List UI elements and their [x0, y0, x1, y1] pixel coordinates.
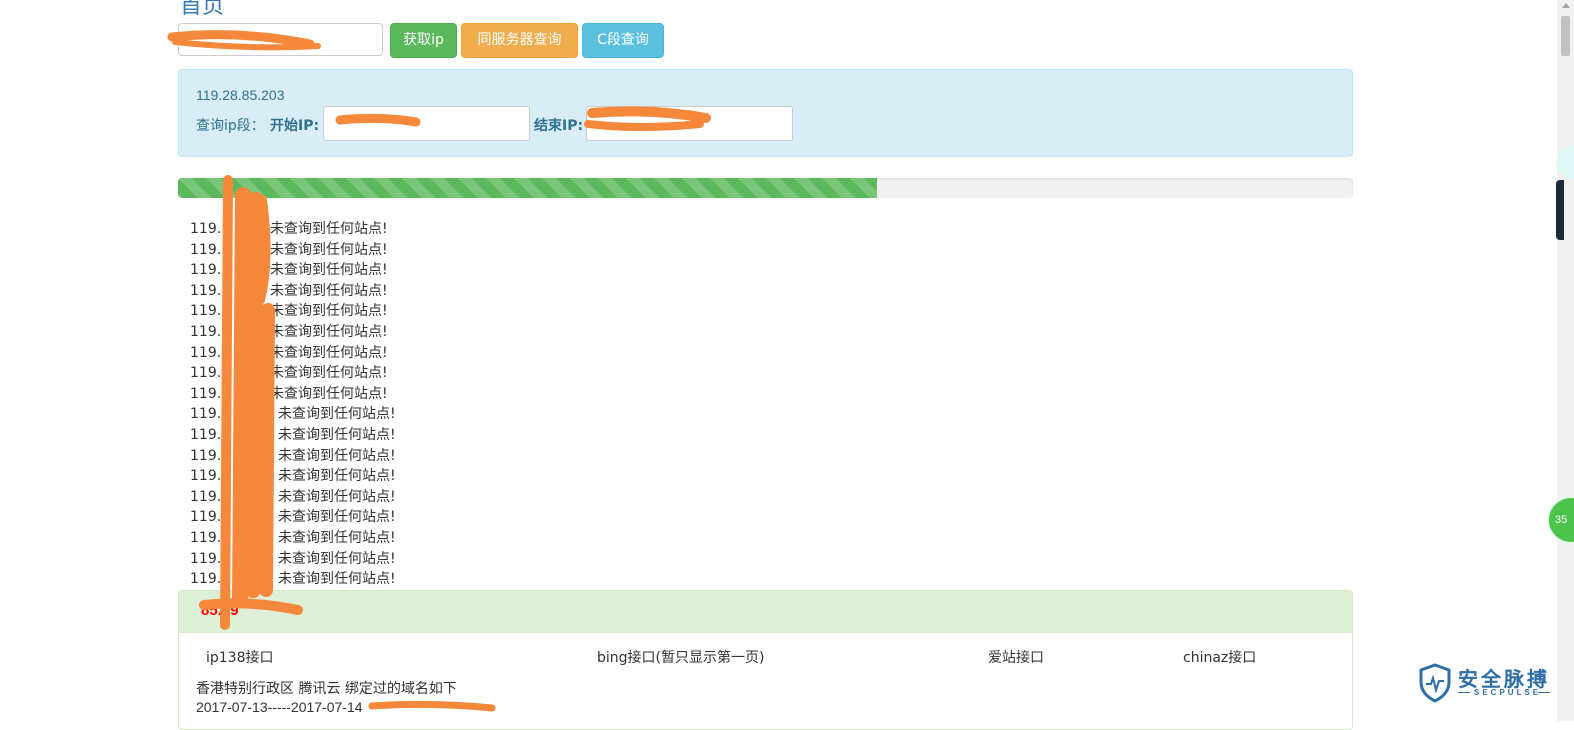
chinaz-interface-tab[interactable]: chinaz接口	[1183, 647, 1256, 667]
result-message: 未查询到任何站点!	[270, 262, 388, 279]
speed-badge[interactable]: 35	[1547, 496, 1574, 544]
result-message: 未查询到任何站点!	[278, 550, 396, 567]
result-ip: 119.	[190, 221, 222, 237]
result-line: 119. 未查询到任何站点!	[190, 301, 396, 322]
result-line: 119. 未查询到任何站点!	[190, 487, 396, 508]
result-ip: 119.	[190, 262, 222, 279]
page-title: 首页	[180, 0, 225, 18]
result-message: 未查询到任何站点!	[278, 426, 396, 443]
result-message: 未查询到任何站点!	[270, 221, 388, 237]
result-message: 未查询到任何站点!	[278, 529, 396, 546]
result-ip: 119.	[190, 447, 222, 464]
result-message: 未查询到任何站点!	[270, 282, 388, 299]
scan-progress-bar	[178, 178, 1353, 198]
result-line: 119. 未查询到任何站点!	[190, 466, 396, 487]
result-line: 119. 未查询到任何站点!	[190, 281, 396, 302]
watermark-rule-right	[1538, 692, 1550, 693]
region-info-text: 香港特别行政区 腾讯云 绑定过的域名如下	[196, 681, 457, 697]
result-ip: 119.	[190, 529, 222, 546]
result-panel-title: 85.49	[201, 602, 239, 619]
result-line: 119. 未查询到任何站点!	[190, 343, 396, 364]
bing-interface-tab[interactable]: bing接口(暂只显示第一页)	[597, 647, 764, 667]
result-ip: 119.	[190, 323, 222, 340]
result-ip: 119.	[190, 426, 222, 443]
result-message: 未查询到任何站点!	[278, 488, 396, 505]
get-ip-button[interactable]: 获取ip	[390, 23, 457, 58]
result-message: 未查询到任何站点!	[270, 303, 388, 320]
result-ip: 119.	[190, 241, 222, 258]
result-line: 119. 未查询到任何站点!	[190, 219, 396, 240]
result-ip: 119.2	[190, 571, 231, 588]
watermark-en: SECPULSE	[1474, 688, 1542, 697]
result-line: 119. 未查询到任何站点!	[190, 446, 396, 467]
result-message: 未查询到任何站点!	[270, 344, 388, 361]
result-message: 未查询到任何站点!	[270, 323, 388, 340]
result-ip: 119.	[190, 468, 222, 485]
ip-segment-label: 查询ip段：	[196, 118, 265, 134]
result-line: 119. 未查询到任何站点!	[190, 363, 396, 384]
result-line: 119. 未查询到任何站点!	[190, 528, 396, 549]
aizhan-interface-tab[interactable]: 爱站接口	[988, 647, 1044, 667]
result-ip: 119.	[190, 509, 222, 526]
result-line: 119.2 未查询到任何站点!	[190, 569, 396, 590]
start-ip-field[interactable]	[323, 106, 530, 141]
binding-date-range: 2017-07-13-----2017-07-14	[196, 699, 363, 715]
result-message: 未查询到任何站点!	[278, 571, 396, 588]
result-line: 119. 未查询到任何站点!	[190, 384, 396, 405]
result-ip: 119.	[190, 488, 222, 505]
result-line: 119.2 未查询到任何站点!	[190, 549, 396, 570]
scrollbar-thumb[interactable]	[1561, 16, 1570, 56]
result-message: 未查询到任何站点!	[270, 365, 388, 382]
result-message: 未查询到任何站点!	[278, 447, 396, 464]
result-message: 未查询到任何站点!	[278, 468, 396, 485]
result-ip: 119.	[190, 282, 222, 299]
result-line: 119. 未查询到任何站点!	[190, 507, 396, 528]
result-ip: 119.	[190, 344, 222, 361]
secpulse-watermark: 安全脉搏 SECPULSE	[1418, 663, 1553, 703]
result-ip: 119.	[190, 365, 222, 382]
result-panel: 85.49 ip138接口 bing接口(暂只显示第一页) 爱站接口 china…	[178, 590, 1353, 730]
result-line: 119. 未查询到任何站点!	[190, 425, 396, 446]
result-line: 119. 未查询到任何站点!	[190, 322, 396, 343]
result-message: 未查询到任何站点!	[270, 385, 388, 402]
result-line: 119. 未查询到任何站点!	[190, 260, 396, 281]
scan-progress-fill	[178, 178, 878, 198]
scroll-up-arrow-icon[interactable]	[1562, 3, 1570, 8]
side-toolbar-handle[interactable]	[1556, 180, 1564, 240]
result-message: 未查询到任何站点!	[278, 406, 396, 423]
result-ip: 119.	[190, 303, 222, 320]
end-ip-label: 结束IP:	[534, 118, 584, 134]
result-line: 119. 未查询到任何站点!	[190, 404, 396, 425]
result-panel-header: 85.49	[179, 591, 1352, 633]
start-ip-label: 开始IP:	[270, 118, 320, 134]
page-scrollbar[interactable]	[1557, 0, 1574, 721]
scan-results-list: 119. 未查询到任何站点! 119. 未查询到任何站点! 119. 未查询到任何站点! 1…	[190, 219, 396, 590]
result-message: 未查询到任何站点!	[270, 241, 388, 258]
result-ip: 119.2	[190, 550, 231, 567]
domain-input[interactable]	[178, 23, 383, 56]
ip-info-box: 119.28.85.203 查询ip段： 开始IP: 结束IP:	[178, 69, 1353, 157]
c-segment-query-button[interactable]: C段查询	[582, 23, 664, 58]
ip138-interface-tab[interactable]: ip138接口	[206, 647, 274, 667]
resolved-ip: 119.28.85.203	[196, 87, 285, 103]
result-line: 119. 未查询到任何站点!	[190, 240, 396, 261]
result-ip: 119.	[190, 385, 222, 402]
watermark-rule-left	[1458, 692, 1470, 693]
shield-icon	[1419, 663, 1451, 703]
result-message: 未查询到任何站点!	[278, 509, 396, 526]
end-ip-field[interactable]	[586, 106, 793, 141]
result-ip: 119.	[190, 406, 222, 423]
same-server-query-button[interactable]: 同服务器查询	[461, 23, 578, 58]
